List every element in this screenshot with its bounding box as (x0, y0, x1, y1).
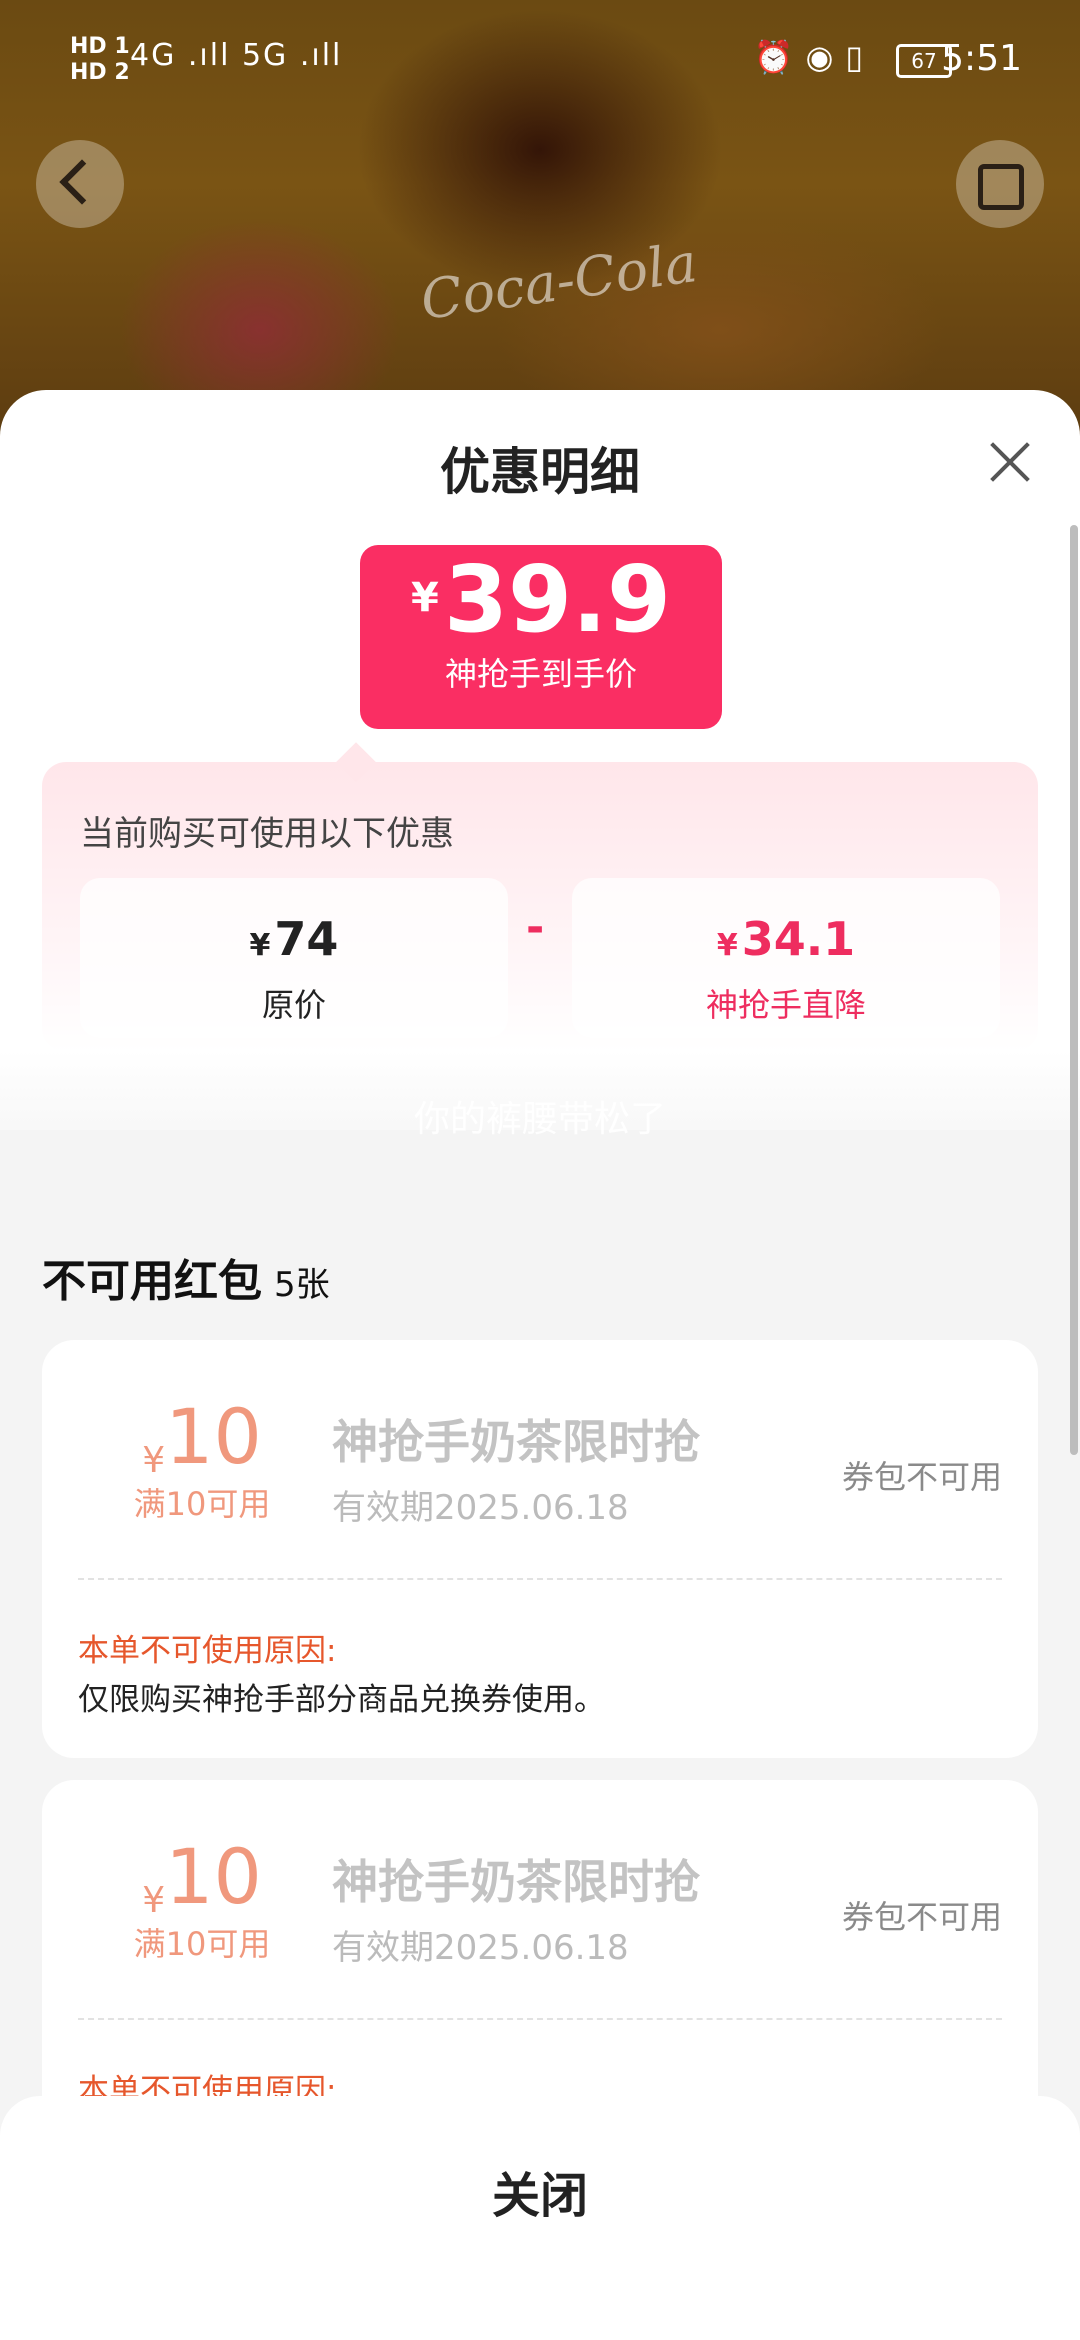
scrollbar[interactable] (1070, 525, 1078, 1455)
coupon-reason: 仅限购买神抢手部分商品兑换券使用。 (78, 1682, 605, 1718)
badge-label: 神抢手到手价 (444, 655, 637, 693)
discount-detail-sheet: 优惠明细 ¥ 39.9 神抢手到手价 当前购买可使用以下优惠 ¥74 原价 - … (0, 390, 1080, 2340)
watermark-text: 你的裤腰带松了 (413, 1099, 666, 1140)
final-price-badge: ¥ 39.9 神抢手到手价 (360, 545, 722, 729)
coupon-state: 券包不可用 (841, 1458, 1002, 1496)
coupon-value: ¥10 满10可用 (102, 1832, 302, 1965)
coupon-divider (78, 2018, 1002, 2020)
back-button[interactable] (36, 140, 124, 228)
coupon-state: 券包不可用 (841, 1898, 1002, 1936)
hd1-label: HD 1 (70, 34, 130, 59)
promo-heading: 当前购买可使用以下优惠 (80, 814, 454, 854)
section-title-text: 不可用红包 (42, 1256, 262, 1307)
coupon-currency: ¥ (142, 1880, 166, 1921)
original-label: 原价 (261, 986, 326, 1024)
coupon-divider (78, 1578, 1002, 1580)
coupon-condition: 满10可用 (133, 1485, 271, 1523)
coupon-amount: 10 (165, 1832, 262, 1921)
badge-currency: ¥ (411, 575, 439, 621)
sheet-title: 优惠明细 (440, 443, 640, 501)
coupon-name: 神抢手奶茶限时抢 (332, 1415, 700, 1469)
minus-sign: - (526, 902, 545, 953)
coupon-expiry: 有效期2025.06.18 (332, 1488, 629, 1528)
sheet-footer: 关闭 (0, 2096, 1080, 2340)
discount-value: 34.1 (741, 912, 856, 966)
section-count: 5张 (274, 1265, 330, 1305)
coupon-condition: 满10可用 (133, 1925, 271, 1963)
coupon-card[interactable]: ¥10 满10可用 神抢手奶茶限时抢 有效期2025.06.18 券包不可用 本… (42, 1340, 1038, 1758)
discount-currency: ¥ (716, 928, 738, 963)
coupon-reason-title: 本单不可使用原因: (78, 1633, 337, 1669)
share-button[interactable] (956, 140, 1044, 228)
status-bar: HD 1 HD 2 4G .ıll 5G .ıll ⏰◉▯ 67 5:51 (0, 0, 1080, 120)
coupon-amount: 10 (165, 1392, 262, 1481)
discount-label: 神抢手直降 (705, 986, 866, 1024)
coupon-currency: ¥ (142, 1440, 166, 1481)
promo-card-notch (336, 742, 376, 782)
original-currency: ¥ (249, 928, 271, 963)
status-icons: ⏰◉▯ (753, 38, 875, 76)
hd2-label: HD 2 (70, 60, 130, 85)
original-price: 74 (274, 912, 339, 966)
badge-amount: 39.9 (443, 546, 671, 653)
coupon-value: ¥10 满10可用 (102, 1392, 302, 1525)
clock: 5:51 (941, 38, 1022, 79)
close-icon[interactable] (988, 440, 1032, 484)
promo-card: 当前购买可使用以下优惠 ¥74 原价 - ¥34.1 神抢手直降 (42, 742, 1038, 1052)
signal-icon: 4G .ıll 5G .ıll (130, 38, 343, 73)
chevron-left-icon (59, 159, 105, 205)
hd-indicators: HD 1 HD 2 (70, 34, 130, 86)
close-button[interactable]: 关闭 (0, 2156, 1080, 2226)
original-price-box: ¥74 原价 (80, 878, 508, 1038)
coupon-name: 神抢手奶茶限时抢 (332, 1855, 700, 1909)
unavailable-coupons-title: 不可用红包 5张 (42, 1245, 330, 1309)
discount-box: ¥34.1 神抢手直降 (572, 878, 1000, 1038)
coupon-expiry: 有效期2025.06.18 (332, 1928, 629, 1968)
share-icon (978, 164, 1024, 210)
